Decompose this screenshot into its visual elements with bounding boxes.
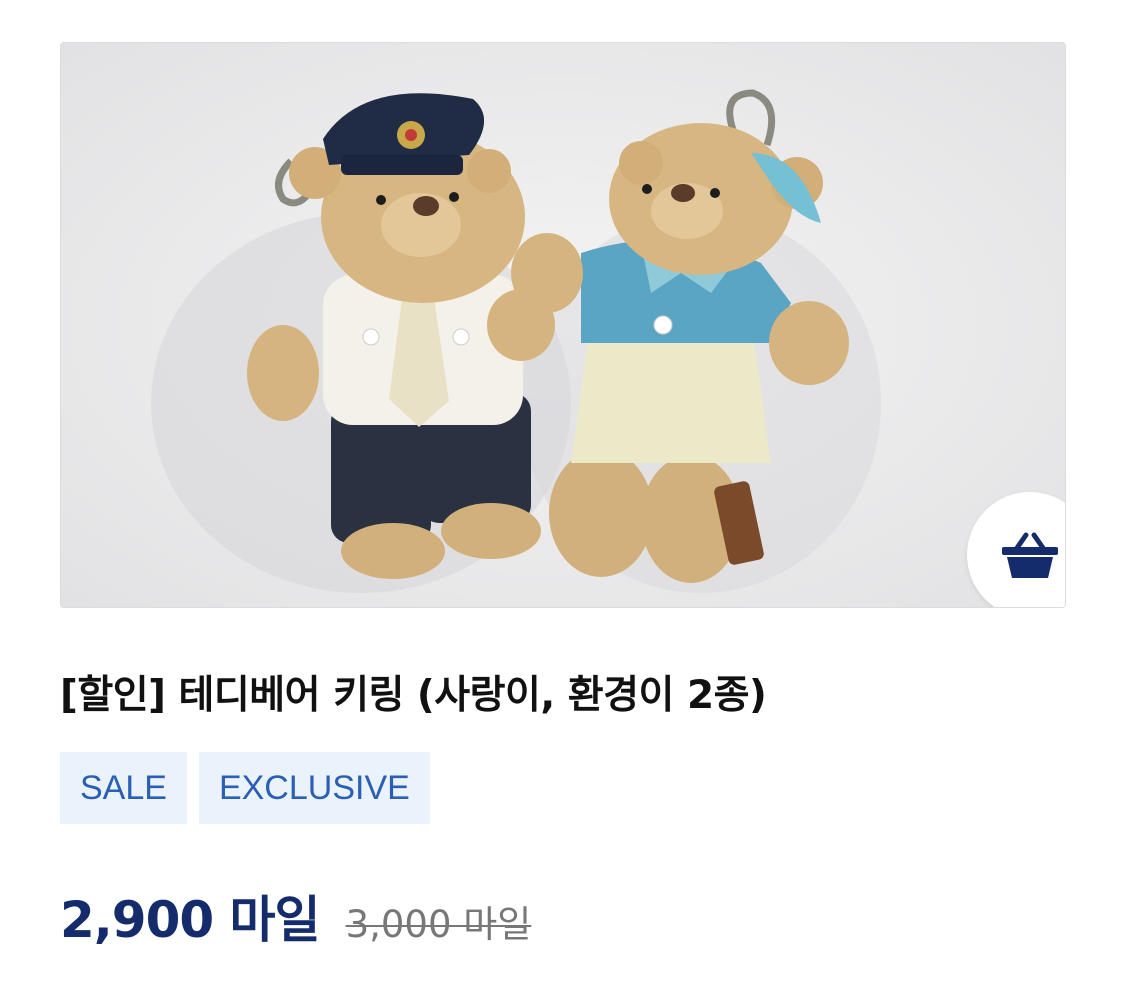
original-price: 3,000 마일 bbox=[345, 903, 532, 946]
sale-price: 2,900 마일 bbox=[60, 891, 321, 949]
product-title: [할인] 테디베어 키링 (사랑이, 환경이 2종) bbox=[60, 673, 767, 718]
teddy-bear-keyring-photo bbox=[61, 43, 1065, 607]
basket-icon bbox=[1002, 532, 1058, 578]
product-card[interactable]: [할인] 테디베어 키링 (사랑이, 환경이 2종) SALE EXCLUSIV… bbox=[0, 0, 1125, 994]
product-tags: SALE EXCLUSIVE bbox=[60, 752, 430, 824]
product-image[interactable] bbox=[60, 42, 1066, 608]
sale-badge: SALE bbox=[60, 752, 187, 824]
exclusive-badge: EXCLUSIVE bbox=[198, 752, 430, 824]
price-row: 2,900 마일 3,000 마일 bbox=[60, 880, 531, 952]
